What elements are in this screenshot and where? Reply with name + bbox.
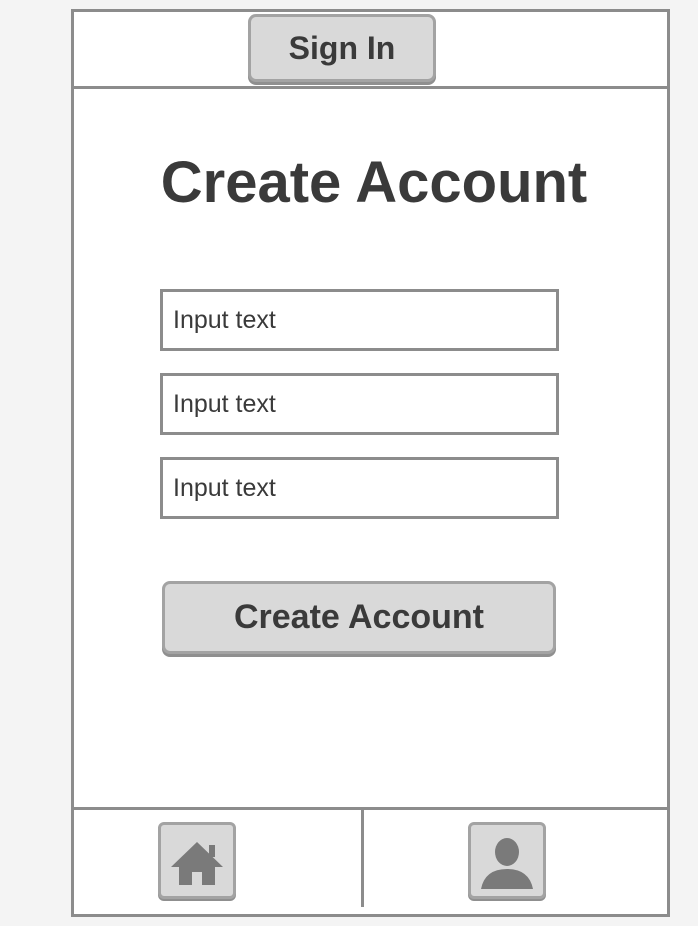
tab-divider	[361, 810, 364, 907]
tab-profile[interactable]	[468, 822, 546, 899]
sign-in-button[interactable]: Sign In	[248, 14, 436, 82]
input-field-3[interactable]: Input text	[160, 457, 559, 519]
input-field-2[interactable]: Input text	[160, 373, 559, 435]
home-icon	[171, 842, 223, 885]
tab-home[interactable]	[158, 822, 236, 899]
phone-frame: Sign In Create Account Input text Input …	[71, 9, 670, 917]
create-account-button[interactable]: Create Account	[162, 581, 556, 654]
user-icon	[481, 838, 533, 889]
tab-bar	[74, 807, 667, 917]
input-field-1[interactable]: Input text	[160, 289, 559, 351]
page-title: Create Account	[160, 150, 588, 215]
header-bar: Sign In	[74, 12, 667, 89]
